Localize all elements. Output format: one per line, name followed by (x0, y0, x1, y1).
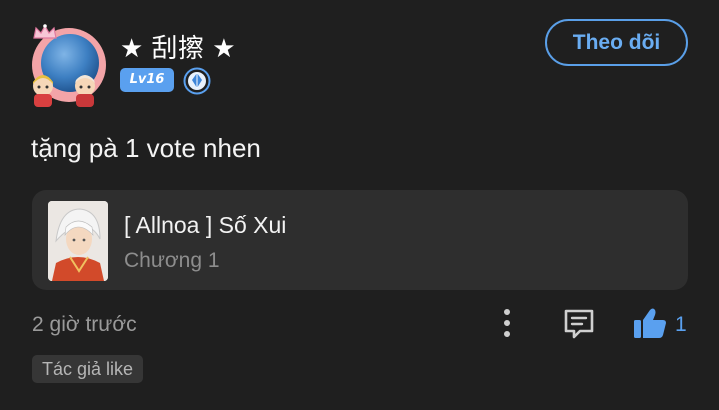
thumbs-up-icon[interactable] (632, 306, 668, 340)
avatar[interactable] (28, 22, 110, 108)
author-liked-tag: Tác giả like (32, 355, 144, 383)
chibi-decoration-icon (33, 75, 53, 107)
follow-button[interactable]: Theo dõi (545, 19, 688, 66)
username[interactable]: ★ 刮擦 ★ (120, 28, 236, 65)
chapter-label: Chương 1 (124, 249, 220, 272)
chibi-decoration-icon (75, 75, 95, 107)
reply-icon[interactable] (562, 307, 596, 341)
vip-badge-icon (183, 67, 211, 95)
story-title: [ Allnoa ] Số Xui (124, 212, 287, 238)
linked-chapter-card[interactable]: [ Allnoa ] Số Xui Chương 1 (32, 190, 688, 290)
more-options-icon[interactable] (495, 306, 519, 340)
like-count: 1 (675, 313, 687, 336)
comment-post: ★ 刮擦 ★ Lv16 Theo dõi tặng pà 1 vote nhen… (0, 0, 719, 410)
comment-text: tặng pà 1 vote nhen (31, 133, 261, 163)
story-thumbnail (48, 201, 108, 281)
level-badge: Lv16 (120, 68, 174, 92)
crown-icon (33, 24, 57, 39)
story-cover-image (48, 201, 108, 281)
timestamp: 2 giờ trước (32, 313, 137, 336)
